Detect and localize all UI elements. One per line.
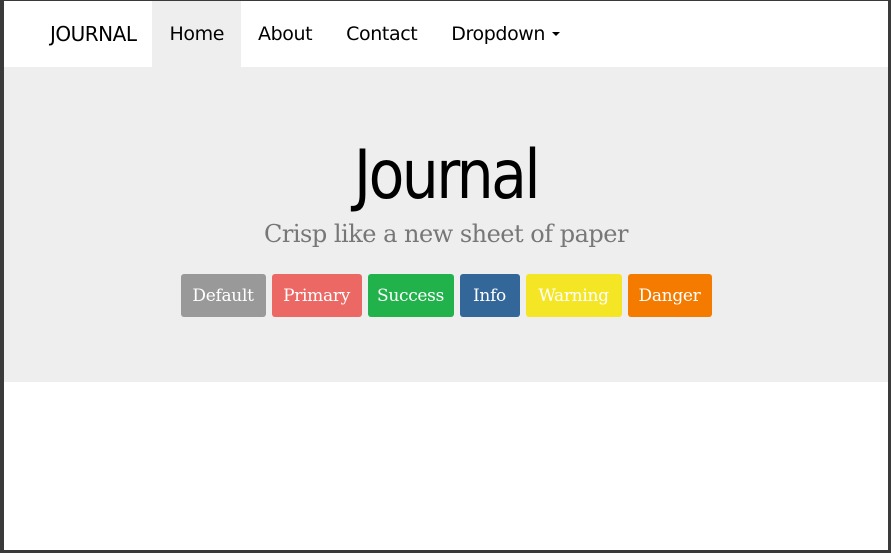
- button-group: Default Primary Success Info Warning Dan…: [4, 274, 888, 317]
- nav-item-home[interactable]: Home: [152, 1, 241, 67]
- nav-item-home-label: Home: [169, 23, 224, 45]
- nav-item-contact-label: Contact: [346, 23, 418, 45]
- navbar-brand[interactable]: JOURNAL: [36, 1, 150, 67]
- success-button[interactable]: Success: [367, 274, 454, 317]
- navbar: JOURNAL Home About Contact Dropdown: [4, 1, 888, 67]
- nav-item-dropdown[interactable]: Dropdown: [434, 1, 577, 67]
- danger-button[interactable]: Danger: [627, 274, 712, 317]
- warning-button[interactable]: Warning: [525, 274, 622, 317]
- nav-item-dropdown-label: Dropdown: [451, 23, 546, 45]
- primary-button[interactable]: Primary: [271, 274, 362, 317]
- jumbotron: Journal Crisp like a new sheet of paper …: [4, 67, 888, 382]
- nav-item-contact[interactable]: Contact: [329, 1, 434, 67]
- caret-down-icon: [552, 32, 561, 36]
- jumbotron-title: Journal: [353, 136, 541, 215]
- info-button[interactable]: Info: [459, 274, 520, 317]
- jumbotron-subtitle: Crisp like a new sheet of paper: [264, 220, 628, 248]
- default-button[interactable]: Default: [180, 274, 266, 317]
- nav-item-about[interactable]: About: [241, 1, 329, 67]
- browser-viewport: JOURNAL Home About Contact Dropdown Jour…: [0, 0, 891, 553]
- nav-item-about-label: About: [257, 23, 313, 45]
